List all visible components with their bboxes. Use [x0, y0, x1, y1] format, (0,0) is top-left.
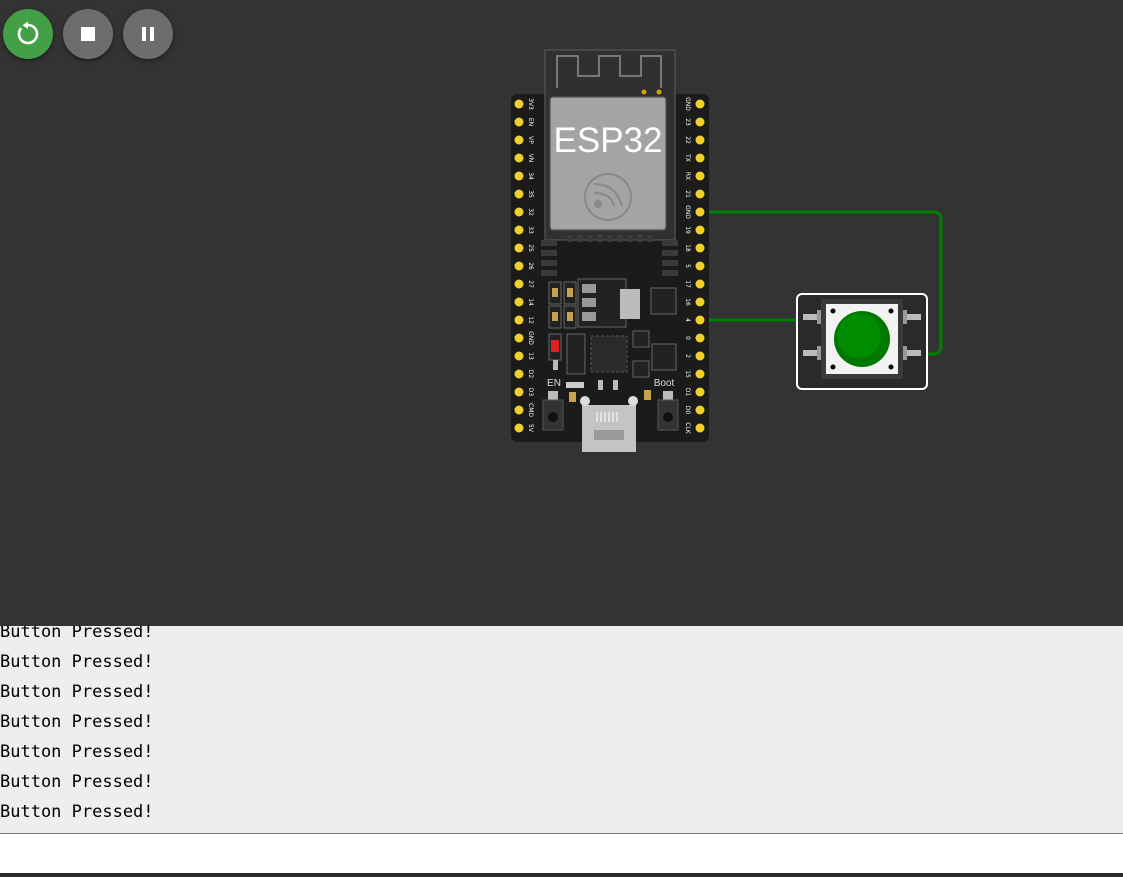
serial-line: Button Pressed! — [0, 682, 154, 702]
serial-line: Button Pressed! — [0, 742, 154, 762]
pin-label: 19 — [684, 226, 691, 234]
pin-label: 4 — [684, 318, 691, 322]
pin-left-32[interactable] — [514, 207, 524, 217]
pin-right-21[interactable] — [695, 189, 705, 199]
pin-label: 2 — [684, 354, 691, 358]
pin-left-13[interactable] — [514, 351, 524, 361]
serial-line: Button Pressed! — [0, 772, 154, 792]
pin-left-vn[interactable] — [514, 153, 524, 163]
pin-right-rx[interactable] — [695, 171, 705, 181]
pin-label: VN — [527, 154, 534, 163]
pin-label: 5V — [527, 424, 534, 433]
en-label: EN — [547, 378, 561, 389]
serial-line: Button Pressed! — [0, 626, 154, 642]
pin-label: 17 — [684, 280, 691, 288]
pin-right-gnd[interactable] — [695, 99, 705, 109]
pin-label: 18 — [684, 244, 691, 252]
pin-left-en[interactable] — [514, 117, 524, 127]
pin-left-14[interactable] — [514, 297, 524, 307]
pin-label: 15 — [684, 370, 691, 378]
pin-left-34[interactable] — [514, 171, 524, 181]
power-led — [551, 340, 559, 352]
pin-label: 0 — [684, 336, 691, 340]
pin-label: TX — [684, 153, 691, 162]
pin-right-5[interactable] — [695, 261, 705, 271]
pin-left-vp[interactable] — [514, 135, 524, 145]
serial-line: Button Pressed! — [0, 802, 154, 822]
pin-right-19[interactable] — [695, 225, 705, 235]
pin-right-0[interactable] — [695, 333, 705, 343]
pin-right-23[interactable] — [695, 117, 705, 127]
pin-right-d1[interactable] — [695, 387, 705, 397]
pin-label: CLK — [684, 422, 691, 435]
pin-label: 25 — [527, 244, 534, 252]
pin-right-18[interactable] — [695, 243, 705, 253]
pin-left-d3[interactable] — [514, 387, 524, 397]
pin-label: 21 — [684, 190, 691, 198]
pin-right-d0[interactable] — [695, 405, 705, 415]
pin-label: CMD — [527, 403, 534, 417]
chip-label: ESP32 — [554, 121, 663, 160]
pin-label: GND — [684, 205, 691, 219]
pin-label: 5 — [684, 264, 691, 268]
pin-right-17[interactable] — [695, 279, 705, 289]
serial-line: Button Pressed! — [0, 712, 154, 732]
pin-left-35[interactable] — [514, 189, 524, 199]
bottom-border — [0, 873, 1123, 877]
pin-label: 3V3 — [527, 98, 534, 110]
pin-label: 32 — [527, 208, 534, 216]
pin-right-16[interactable] — [695, 297, 705, 307]
pin-right-tx[interactable] — [695, 153, 705, 163]
pin-label: 27 — [527, 280, 534, 288]
pin-right-gnd[interactable] — [695, 207, 705, 217]
pin-label: GND — [684, 97, 691, 111]
pin-label: D0 — [684, 406, 691, 415]
pin-left-33[interactable] — [514, 225, 524, 235]
pin-left-5v[interactable] — [514, 423, 524, 433]
pin-right-clk[interactable] — [695, 423, 705, 433]
esp32-board[interactable]: ESP32 EN Boot 3V3ENVPVN34353233252627141… — [511, 49, 709, 452]
pin-right-4[interactable] — [695, 315, 705, 325]
pushbutton[interactable] — [796, 293, 928, 390]
serial-line: Button Pressed! — [0, 652, 154, 672]
pin-label: 13 — [527, 352, 534, 360]
pin-right-15[interactable] — [695, 369, 705, 379]
pin-label: 12 — [527, 316, 534, 324]
pin-label: 22 — [684, 136, 691, 144]
pin-label: 16 — [684, 298, 691, 306]
pin-left-26[interactable] — [514, 261, 524, 271]
pin-label: VP — [527, 136, 534, 144]
pin-left-12[interactable] — [514, 315, 524, 325]
pin-label: 34 — [527, 172, 534, 180]
pin-label: 23 — [684, 118, 691, 126]
pin-label: 26 — [527, 262, 534, 270]
pin-label: D2 — [527, 370, 534, 379]
pin-label: D1 — [684, 388, 691, 397]
pin-right-2[interactable] — [695, 351, 705, 361]
pin-left-gnd[interactable] — [514, 333, 524, 343]
circuit-diagram: ESP32 EN Boot 3V3ENVPVN34353233252627141… — [511, 49, 943, 452]
pin-left-3v3[interactable] — [514, 99, 524, 109]
boot-label: Boot — [654, 378, 675, 389]
pin-left-25[interactable] — [514, 243, 524, 253]
pin-left-27[interactable] — [514, 279, 524, 289]
serial-input[interactable] — [0, 833, 1123, 874]
pin-label: EN — [527, 118, 534, 126]
pin-left-d2[interactable] — [514, 369, 524, 379]
pin-label: GND — [527, 331, 534, 345]
pin-label: RX — [684, 172, 691, 180]
pin-label: 33 — [527, 226, 534, 234]
pin-right-22[interactable] — [695, 135, 705, 145]
pin-label: 14 — [527, 298, 534, 306]
serial-monitor: Button Pressed! Button Pressed! Button P… — [0, 626, 1123, 833]
pin-left-cmd[interactable] — [514, 405, 524, 415]
pin-label: 35 — [527, 190, 534, 198]
pin-label: D3 — [527, 388, 534, 397]
